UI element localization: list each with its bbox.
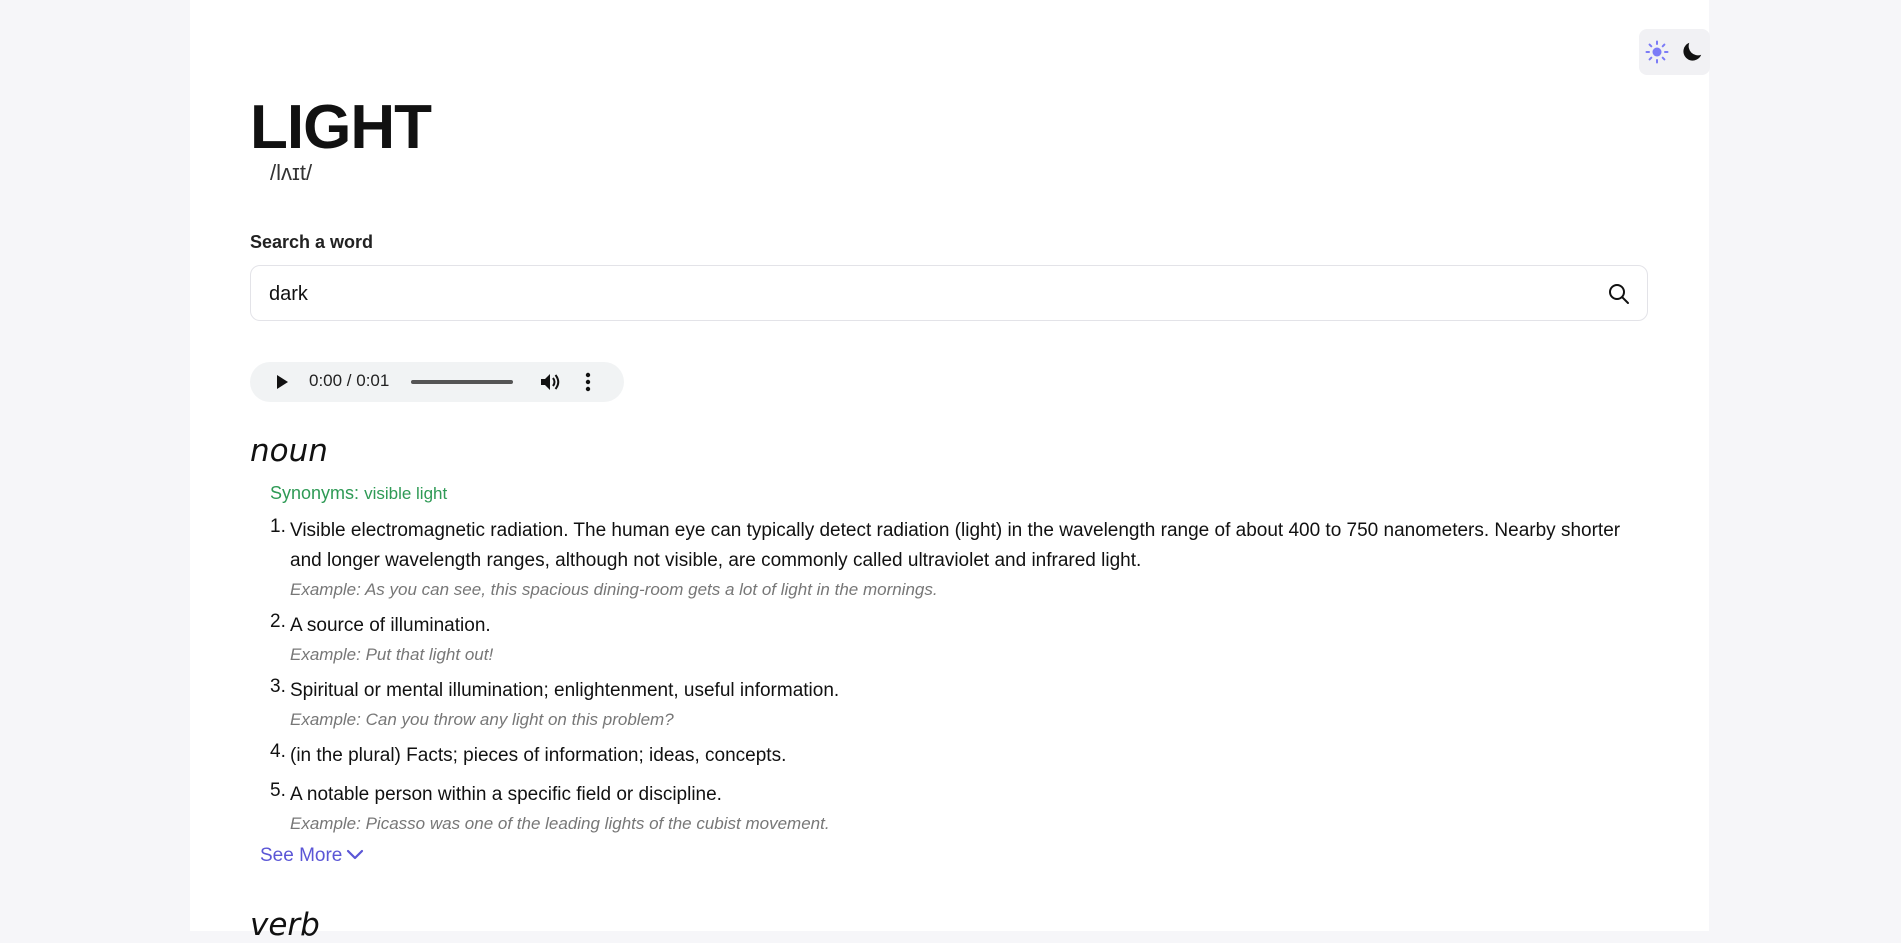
definition-text: (in the plural) Facts; pieces of informa… <box>290 745 787 766</box>
definition-number: 5. <box>270 780 286 801</box>
definition-item: 4. (in the plural) Facts; pieces of info… <box>270 741 1650 771</box>
search-label: Search a word <box>250 232 374 252</box>
synonyms-label: Synonyms: <box>270 483 360 503</box>
definition-example: Example: Picasso was one of the leading … <box>290 814 830 833</box>
definition-text: A notable person within a specific field… <box>290 784 722 805</box>
page-container: LIGHT /lʌɪt/ Search a word 0:00 / 0:01 <box>190 0 1710 943</box>
sun-icon[interactable] <box>1645 40 1669 64</box>
theme-toggle[interactable] <box>1639 29 1710 75</box>
definition-list: 1. Visible electromagnetic radiation. Th… <box>270 516 1650 845</box>
synonym-link[interactable]: visible light <box>364 484 447 503</box>
phonetic-text: /lʌɪt/ <box>270 160 313 185</box>
definition-text: A source of illumination. <box>290 615 491 636</box>
definition-item: 3. Spiritual or mental illumination; enl… <box>270 676 1650 732</box>
part-of-speech-noun: noun <box>250 433 328 469</box>
search-icon <box>1607 284 1631 309</box>
see-more-button[interactable]: See More <box>260 845 364 867</box>
definition-text: Spiritual or mental illumination; enligh… <box>290 680 840 701</box>
play-icon[interactable] <box>274 374 290 395</box>
audio-time: 0:00 / 0:01 <box>309 371 390 390</box>
more-options-icon[interactable] <box>585 372 591 397</box>
definition-example: Example: Put that light out! <box>290 645 494 664</box>
definition-number: 1. <box>270 516 286 537</box>
search-input[interactable] <box>267 276 1571 312</box>
chevron-down-icon <box>346 845 364 867</box>
see-more-label: See More <box>260 845 343 866</box>
definition-example: Example: As you can see, this spacious d… <box>290 580 938 599</box>
audio-player: 0:00 / 0:01 <box>250 362 624 402</box>
definition-example: Example: Can you throw any light on this… <box>290 710 674 729</box>
moon-icon[interactable] <box>1679 39 1705 65</box>
part-of-speech-verb: verb <box>250 907 320 943</box>
audio-progress-bar[interactable] <box>411 380 513 384</box>
definition-text: Visible electromagnetic radiation. The h… <box>290 520 1621 571</box>
word-title: LIGHT <box>250 93 432 162</box>
definition-item: 5. A notable person within a specific fi… <box>270 780 1650 836</box>
search-box <box>250 265 1648 321</box>
volume-icon[interactable] <box>540 372 562 397</box>
definition-item: 1. Visible electromagnetic radiation. Th… <box>270 516 1650 602</box>
definition-number: 3. <box>270 676 286 697</box>
definition-number: 2. <box>270 611 286 632</box>
definition-item: 2. A source of illumination. Example: Pu… <box>270 611 1650 667</box>
synonyms-line: Synonyms: visible light <box>270 483 447 504</box>
definition-number: 4. <box>270 741 286 762</box>
search-button[interactable] <box>1607 282 1631 306</box>
